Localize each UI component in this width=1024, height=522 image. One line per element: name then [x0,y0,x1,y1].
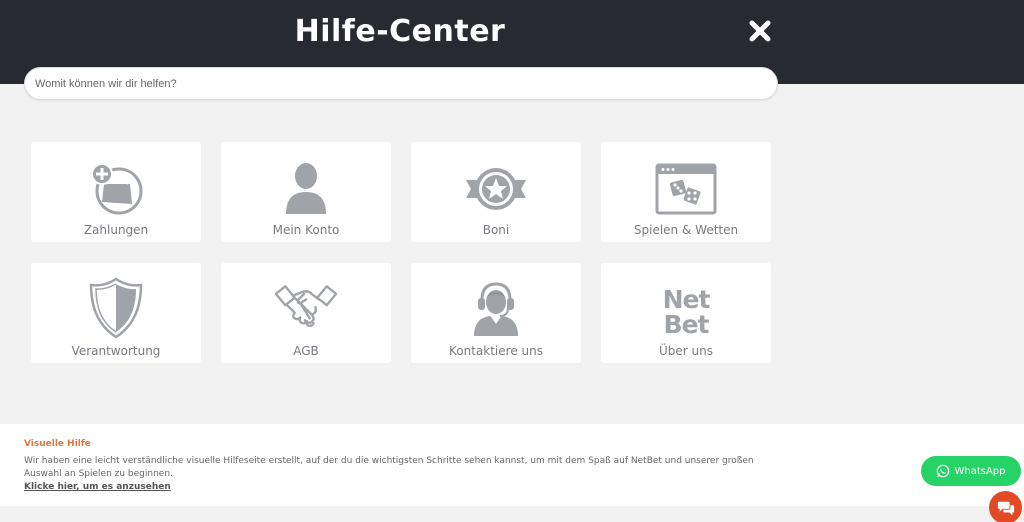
dice-window-icon [655,163,717,215]
handshake-icon [274,285,338,328]
whatsapp-icon [937,464,950,478]
page-title: Hilfe-Center [294,14,506,49]
whatsapp-label: WhatsApp [954,465,1006,477]
svg-text:Bet: Bet [664,310,710,335]
chat-button[interactable] [989,491,1022,522]
category-tile-verantwortung[interactable]: Verantwortung [31,263,201,363]
category-label: Boni [482,223,510,237]
category-tile-ueber-uns[interactable]: Net Bet Über uns [601,263,771,363]
category-tile-zahlungen[interactable]: Zahlungen [31,142,201,242]
category-tile-kontaktiere-uns[interactable]: Kontaktiere uns [411,263,581,363]
shield-icon [89,277,143,339]
category-label: Zahlungen [83,223,149,237]
chat-icon [997,501,1014,515]
category-label: Spielen & Wetten [633,223,739,237]
star-badge-icon [466,168,526,210]
category-tile-agb[interactable]: AGB [221,263,391,363]
support-agent-icon [474,282,518,336]
search-bar [24,67,778,100]
netbet-logo-icon: Net Bet [663,285,712,335]
visual-help-title: Visuelle Hilfe [24,439,91,449]
visual-help-link[interactable]: Klicke hier, um es anzusehen [24,482,171,492]
category-tile-boni[interactable]: Boni [411,142,581,242]
close-icon[interactable] [747,18,773,44]
user-icon [286,163,326,214]
visual-help-text: Wir haben eine leicht verständliche visu… [24,456,754,479]
whatsapp-button[interactable]: WhatsApp [921,456,1021,486]
category-tile-spielen-wetten[interactable]: Spielen & Wetten [601,142,771,242]
category-label: Über uns [659,344,713,358]
visual-help-section: Visuelle Hilfe Wir haben eine leicht ver… [0,424,1024,506]
category-tile-mein-konto[interactable]: Mein Konto [221,142,391,242]
payments-icon [91,163,143,215]
category-label: Kontaktiere uns [449,344,543,358]
category-label: AGB [293,344,319,358]
category-label: Verantwortung [71,344,161,358]
search-input[interactable] [25,68,777,99]
category-label: Mein Konto [272,223,340,237]
